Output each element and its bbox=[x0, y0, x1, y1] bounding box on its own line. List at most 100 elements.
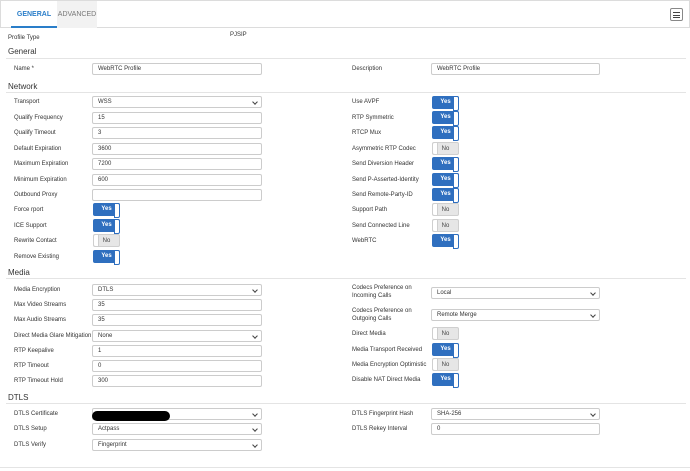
codecs-outgoing-label-line1: Codecs Preference on bbox=[352, 308, 412, 314]
direct-media-toggle[interactable]: No bbox=[432, 327, 459, 340]
dtls-setup-label: DTLS Setup bbox=[14, 426, 47, 432]
section-media-title: Media bbox=[8, 268, 30, 277]
webrtc-label: WebRTC bbox=[352, 238, 377, 244]
divider bbox=[6, 58, 686, 59]
codecs-incoming-label-line1: Codecs Preference on bbox=[352, 285, 412, 291]
section-general-title: General bbox=[8, 47, 37, 56]
send-remote-party-id-toggle[interactable]: Yes bbox=[432, 188, 459, 203]
dtls-fingerprint-hash-select[interactable]: SHA-256 bbox=[431, 408, 600, 420]
minimum-expiration-input[interactable]: 600 bbox=[92, 174, 262, 186]
ice-support-label: ICE Support bbox=[14, 223, 47, 229]
rtp-keepalive-input[interactable]: 1 bbox=[92, 345, 262, 357]
rtp-timeout-label: RTP Timeout bbox=[14, 363, 49, 369]
use-avpf-toggle[interactable]: Yes bbox=[432, 96, 459, 111]
asymmetric-rtp-codec-label: Asymmetric RTP Codec bbox=[352, 146, 416, 152]
media-encryption-label: Media Encryption bbox=[14, 287, 61, 293]
remove-existing-label: Remove Existing bbox=[14, 254, 60, 260]
dtls-setup-select[interactable]: Actpass bbox=[92, 423, 262, 435]
send-p-asserted-identity-label: Send P-Asserted-Identity bbox=[352, 177, 419, 183]
remove-existing-toggle[interactable]: Yes bbox=[93, 250, 120, 265]
dtls-certificate-label: DTLS Certificate bbox=[14, 411, 59, 417]
rtp-symmetric-toggle[interactable]: Yes bbox=[432, 111, 459, 126]
send-remote-party-id-label: Send Remote-Party-ID bbox=[352, 192, 413, 198]
name-input[interactable]: WebRTC Profile bbox=[92, 63, 262, 75]
max-video-streams-label: Max Video Streams bbox=[14, 302, 67, 308]
bottom-border bbox=[0, 467, 690, 468]
tab-bar: GENERAL ADVANCED bbox=[0, 0, 690, 28]
media-encryption-optimistic-toggle[interactable]: No bbox=[432, 358, 459, 371]
webrtc-toggle[interactable]: Yes bbox=[432, 234, 459, 249]
maximum-expiration-label: Maximum Expiration bbox=[14, 161, 69, 167]
minimum-expiration-label: Minimum Expiration bbox=[14, 177, 67, 183]
default-expiration-input[interactable]: 3600 bbox=[92, 143, 262, 155]
divider bbox=[6, 403, 686, 404]
max-audio-streams-input[interactable]: 35 bbox=[92, 314, 262, 326]
outbound-proxy-label: Outbound Proxy bbox=[14, 192, 58, 198]
section-network-title: Network bbox=[8, 82, 38, 91]
media-encryption-select[interactable]: DTLS bbox=[92, 284, 262, 296]
default-expiration-label: Default Expiration bbox=[14, 146, 62, 152]
force-rport-label: Force rport bbox=[14, 207, 44, 213]
codecs-incoming-label-line2: Incoming Calls bbox=[352, 293, 392, 299]
send-connected-line-label: Send Connected Line bbox=[352, 223, 410, 229]
qualify-timeout-label: Qualify Timeout bbox=[14, 130, 56, 136]
dtls-rekey-interval-input[interactable]: 0 bbox=[431, 423, 600, 435]
redaction-mark bbox=[92, 411, 170, 421]
codecs-outgoing-select[interactable]: Remote Merge bbox=[431, 309, 600, 321]
media-transport-received-toggle[interactable]: Yes bbox=[432, 343, 459, 358]
direct-media-label: Direct Media bbox=[352, 331, 386, 337]
section-dtls-title: DTLS bbox=[8, 393, 29, 402]
dtls-rekey-interval-label: DTLS Rekey Interval bbox=[352, 426, 408, 432]
force-rport-toggle[interactable]: Yes bbox=[93, 203, 120, 218]
dtls-verify-select[interactable]: Fingerprint bbox=[92, 439, 262, 451]
codecs-incoming-select[interactable]: Local bbox=[431, 287, 600, 299]
tab-advanced[interactable]: ADVANCED bbox=[57, 1, 97, 28]
max-audio-streams-label: Max Audio Streams bbox=[14, 317, 67, 323]
rtp-timeout-input[interactable]: 0 bbox=[92, 360, 262, 372]
transport-label: Transport bbox=[14, 99, 40, 105]
rtp-timeout-hold-input[interactable]: 300 bbox=[92, 375, 262, 387]
direct-media-glare-select[interactable]: None bbox=[92, 330, 262, 342]
rtp-timeout-hold-label: RTP Timeout Hold bbox=[14, 378, 63, 384]
media-encryption-optimistic-label: Media Encryption Optimistic bbox=[352, 362, 427, 368]
description-input[interactable]: WebRTC Profile bbox=[431, 63, 600, 75]
disable-nat-direct-media-toggle[interactable]: Yes bbox=[432, 373, 459, 388]
dtls-verify-label: DTLS Verify bbox=[14, 442, 47, 448]
disable-nat-direct-media-label: Disable NAT Direct Media bbox=[352, 377, 421, 383]
name-label: Name * bbox=[14, 66, 35, 72]
ice-support-toggle[interactable]: Yes bbox=[93, 219, 120, 234]
media-transport-received-label: Media Transport Received bbox=[352, 347, 423, 353]
description-label: Description bbox=[352, 66, 383, 72]
list-icon[interactable] bbox=[670, 8, 683, 21]
divider bbox=[6, 278, 686, 279]
direct-media-glare-label: Direct Media Glare Mitigation bbox=[14, 333, 92, 339]
divider bbox=[6, 92, 686, 93]
qualify-frequency-input[interactable]: 15 bbox=[92, 112, 262, 124]
send-diversion-header-toggle[interactable]: Yes bbox=[432, 157, 459, 172]
rtp-symmetric-label: RTP Symmetric bbox=[352, 115, 394, 121]
send-p-asserted-identity-toggle[interactable]: Yes bbox=[432, 173, 459, 188]
qualify-timeout-input[interactable]: 3 bbox=[92, 127, 262, 139]
outbound-proxy-input[interactable] bbox=[92, 189, 262, 201]
dtls-fingerprint-hash-label: DTLS Fingerprint Hash bbox=[352, 411, 414, 417]
rtp-keepalive-label: RTP Keepalive bbox=[14, 348, 54, 354]
send-connected-line-toggle[interactable]: No bbox=[432, 219, 459, 232]
send-diversion-header-label: Send Diversion Header bbox=[352, 161, 415, 167]
support-path-label: Support Path bbox=[352, 207, 388, 213]
maximum-expiration-input[interactable]: 7200 bbox=[92, 158, 262, 170]
profile-type-label: Profile Type bbox=[8, 35, 40, 41]
support-path-toggle[interactable]: No bbox=[432, 203, 459, 216]
codecs-outgoing-label-line2: Outgoing Calls bbox=[352, 316, 392, 322]
profile-type-value: PJSIP bbox=[230, 32, 247, 38]
transport-select[interactable]: WSS bbox=[92, 96, 262, 108]
rewrite-contact-label: Rewrite Contact bbox=[14, 238, 57, 244]
asymmetric-rtp-codec-toggle[interactable]: No bbox=[432, 142, 459, 155]
qualify-frequency-label: Qualify Frequency bbox=[14, 115, 63, 121]
rewrite-contact-toggle[interactable]: No bbox=[93, 234, 120, 247]
tab-general[interactable]: GENERAL bbox=[11, 1, 57, 28]
max-video-streams-input[interactable]: 35 bbox=[92, 299, 262, 311]
use-avpf-label: Use AVPF bbox=[352, 99, 380, 105]
rtcp-mux-label: RTCP Mux bbox=[352, 130, 382, 136]
profile-editor: GENERAL ADVANCED Profile Type PJSIP Gene… bbox=[0, 0, 690, 471]
rtcp-mux-toggle[interactable]: Yes bbox=[432, 126, 459, 141]
